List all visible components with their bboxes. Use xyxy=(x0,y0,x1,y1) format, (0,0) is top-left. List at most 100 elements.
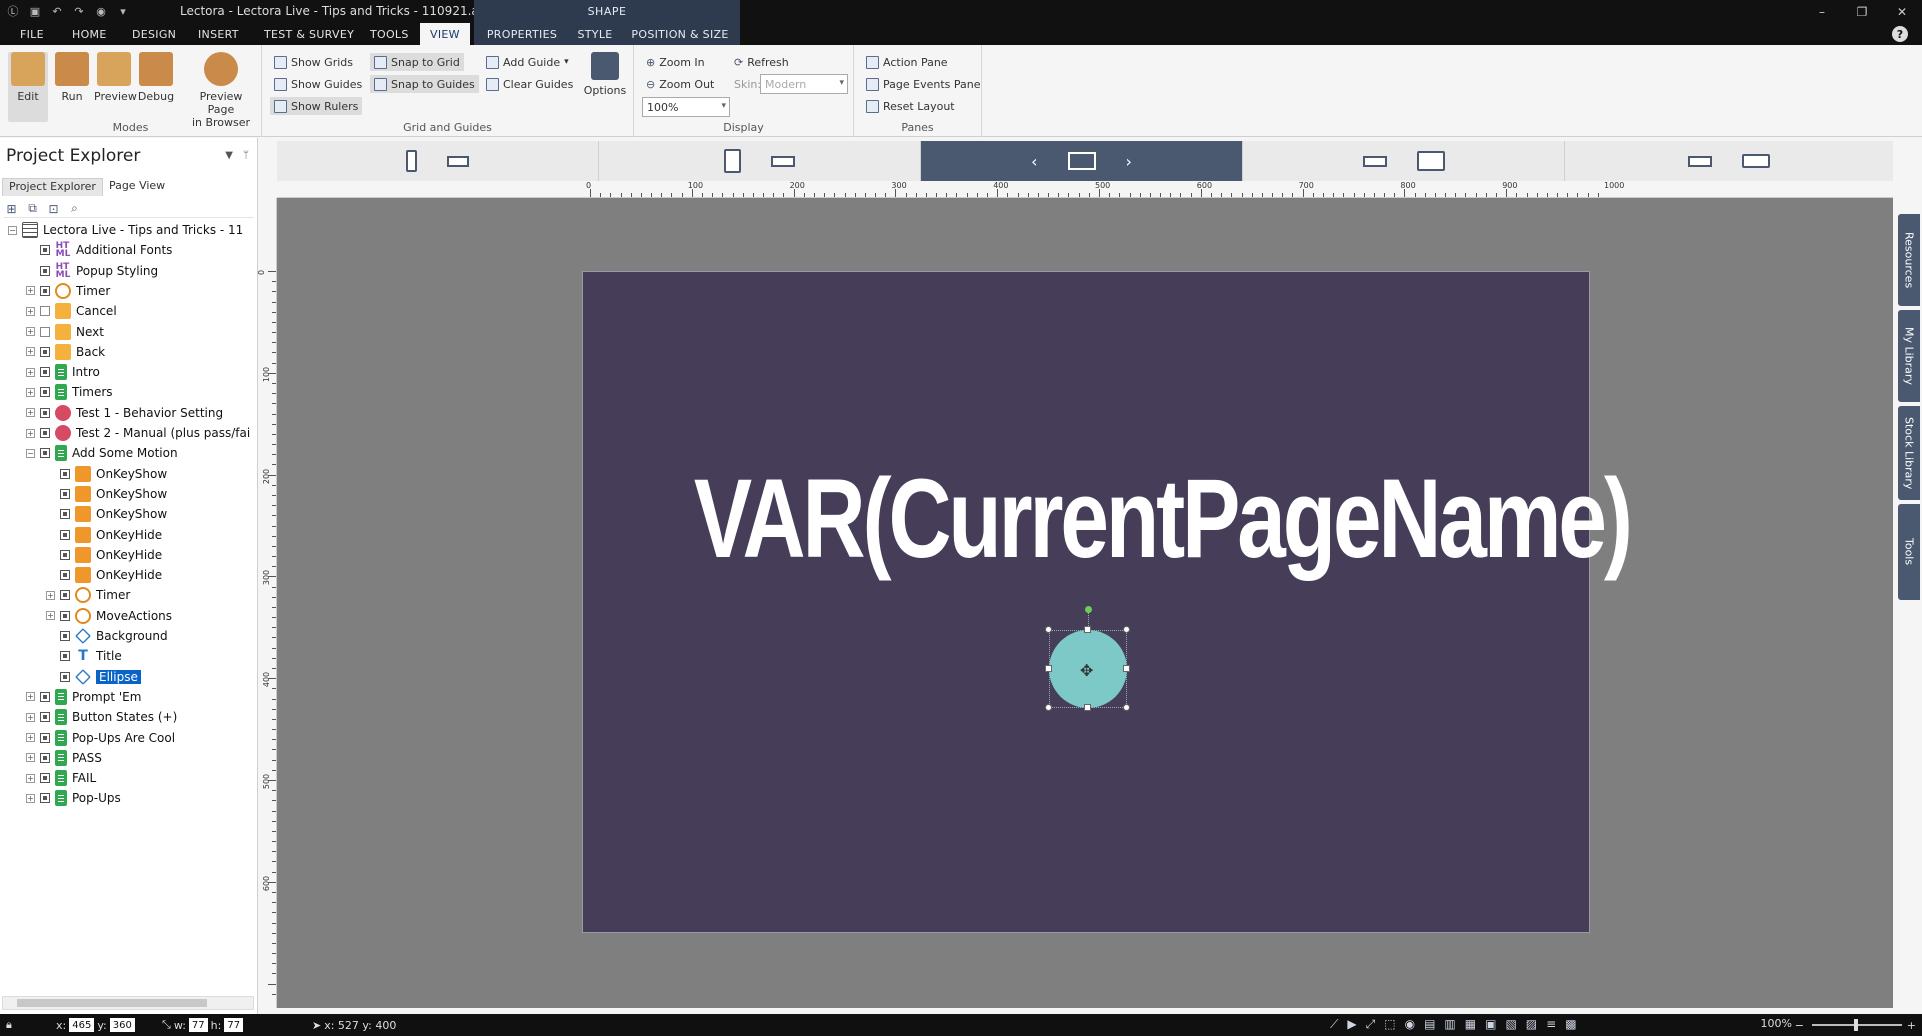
expand-toggle-icon[interactable]: + xyxy=(46,590,55,600)
edit-button[interactable]: Edit xyxy=(8,52,48,122)
zoom-in-button[interactable]: ⊕ Zoom In xyxy=(642,53,709,71)
lock-icon[interactable]: 🔒︎ xyxy=(6,1017,12,1033)
list-icon[interactable]: ≡ xyxy=(1546,1017,1556,1032)
device-tablet-landscape[interactable] xyxy=(1243,141,1565,181)
tree-item[interactable]: + Back xyxy=(26,342,105,362)
tab-stock-library[interactable]: Stock Library xyxy=(1898,406,1920,500)
align-right-icon[interactable]: ▦ xyxy=(1465,1017,1476,1032)
redo-icon[interactable]: ↷ xyxy=(72,4,86,18)
refresh-button[interactable]: ⟳ Refresh xyxy=(730,53,793,71)
horizontal-scrollbar[interactable] xyxy=(2,996,254,1010)
tree-item[interactable]: OnKeyHide xyxy=(46,525,162,545)
accessibility-icon[interactable]: ◉ xyxy=(1405,1017,1415,1032)
tab-tools[interactable]: TOOLS xyxy=(360,23,419,45)
distribute-icon[interactable]: ▧ xyxy=(1505,1017,1516,1032)
visibility-checkbox[interactable] xyxy=(40,428,50,438)
tree-item[interactable]: OnKeyHide xyxy=(46,565,162,585)
debug-button[interactable]: Debug xyxy=(136,52,176,103)
fit-icon[interactable]: ⤢ xyxy=(1366,1017,1376,1032)
expand-toggle-icon[interactable]: + xyxy=(46,611,55,621)
restore-icon[interactable]: ❐ xyxy=(1842,0,1882,23)
show-guides-button[interactable]: Show Guides xyxy=(270,75,366,93)
tab-resources[interactable]: Resources xyxy=(1898,214,1920,306)
tree-item[interactable]: OnKeyShow xyxy=(46,504,167,524)
pin-icon[interactable]: ᛘ xyxy=(243,150,249,161)
visibility-checkbox[interactable] xyxy=(60,610,70,621)
expand-toggle-icon[interactable]: + xyxy=(26,387,35,397)
select-icon[interactable]: ⬚ xyxy=(1384,1017,1395,1032)
tree-item[interactable]: + FAIL xyxy=(26,768,96,788)
visibility-checkbox[interactable] xyxy=(40,773,50,784)
options-button[interactable]: Options xyxy=(582,52,628,97)
size-icon[interactable]: ▨ xyxy=(1526,1017,1537,1032)
tab-design[interactable]: DESIGN xyxy=(122,23,186,45)
skin-select[interactable]: Modern xyxy=(760,74,848,94)
play-icon[interactable]: ▶ xyxy=(1347,1017,1356,1032)
visibility-checkbox[interactable] xyxy=(40,448,50,459)
tree-item[interactable]: − Add Some Motion xyxy=(26,443,178,463)
page-events-pane-button[interactable]: Page Events Pane xyxy=(862,75,985,93)
tree-item[interactable]: OnKeyHide xyxy=(46,545,162,565)
height-field[interactable]: 77 xyxy=(224,1018,244,1032)
tree-item[interactable]: + MoveActions xyxy=(46,606,172,626)
snap-to-guides-button[interactable]: Snap to Guides xyxy=(370,75,479,93)
align-center-icon[interactable]: ▥ xyxy=(1444,1017,1455,1032)
tab-page-view[interactable]: Page View xyxy=(103,178,171,196)
resize-handle-bottom-left[interactable] xyxy=(1045,704,1052,711)
tree-item[interactable]: + Timers xyxy=(26,382,113,402)
tab-insert[interactable]: INSERT xyxy=(188,23,249,45)
tab-view[interactable]: VIEW xyxy=(420,23,470,45)
tree-item[interactable]: OnKeyShow xyxy=(46,484,167,504)
expand-toggle-icon[interactable]: + xyxy=(26,347,35,357)
zoom-select[interactable]: 100% xyxy=(642,97,730,117)
tree-item[interactable]: + Button States (+) xyxy=(26,707,177,727)
resize-handle-top-left[interactable] xyxy=(1045,626,1052,633)
visibility-checkbox[interactable] xyxy=(60,529,70,540)
y-field[interactable]: 360 xyxy=(109,1018,135,1032)
visibility-checkbox[interactable] xyxy=(40,387,50,398)
zoom-out-button[interactable]: ⊖ Zoom Out xyxy=(642,75,718,93)
device-phone-landscape[interactable] xyxy=(1565,141,1893,181)
resize-handle-top-right[interactable] xyxy=(1123,626,1130,633)
expand-toggle-icon[interactable]: + xyxy=(26,733,35,742)
tree-item[interactable]: Background xyxy=(46,626,168,646)
tree-item[interactable]: + Prompt 'Em xyxy=(26,687,141,707)
device-desktop[interactable]: ‹ › xyxy=(921,141,1243,181)
visibility-checkbox[interactable] xyxy=(60,509,70,520)
minimize-icon[interactable]: – xyxy=(1802,0,1842,23)
visibility-checkbox[interactable] xyxy=(60,549,70,560)
add-guide-button[interactable]: Add Guide ▾ xyxy=(482,53,573,71)
visibility-checkbox[interactable] xyxy=(40,245,50,256)
resize-handle-left[interactable] xyxy=(1045,665,1052,672)
search-icon[interactable]: ⌕ xyxy=(67,201,82,216)
tree-item[interactable]: + Pop-Ups xyxy=(26,788,121,808)
visibility-checkbox[interactable] xyxy=(60,570,70,581)
visibility-checkbox[interactable] xyxy=(40,752,50,763)
tab-style[interactable]: STYLE xyxy=(570,23,620,45)
tree-item[interactable]: HT ML Additional Fonts xyxy=(26,240,172,260)
layers-icon[interactable]: ▩ xyxy=(1565,1017,1576,1032)
tree-item[interactable]: Ellipse xyxy=(46,667,141,687)
tree-item[interactable]: + Pop-Ups Are Cool xyxy=(26,728,175,748)
editor-canvas[interactable]: VAR(CurrentPageName) ✥ xyxy=(277,198,1893,1008)
device-tablet-portrait[interactable] xyxy=(599,141,921,181)
visibility-checkbox[interactable] xyxy=(40,712,50,723)
action-pane-button[interactable]: Action Pane xyxy=(862,53,952,71)
device-phone-portrait[interactable] xyxy=(277,141,599,181)
expand-toggle-icon[interactable]: + xyxy=(26,367,35,377)
tab-tools[interactable]: Tools xyxy=(1898,504,1920,600)
visibility-checkbox[interactable] xyxy=(40,367,50,378)
publish-icon[interactable]: ◉ xyxy=(94,4,108,18)
tab-properties[interactable]: PROPERTIES xyxy=(474,23,570,45)
expand-toggle-icon[interactable]: + xyxy=(26,773,35,783)
visibility-checkbox[interactable] xyxy=(40,732,50,743)
resize-handle-bottom[interactable] xyxy=(1084,704,1091,711)
page-title-text[interactable]: VAR(CurrentPageName) xyxy=(694,463,1633,575)
expand-toggle-icon[interactable]: + xyxy=(26,428,35,438)
tree-item[interactable]: OnKeyShow xyxy=(46,464,167,484)
tree-item[interactable]: + PASS xyxy=(26,748,102,768)
expand-toggle-icon[interactable]: + xyxy=(26,793,35,803)
tab-my-library[interactable]: My Library xyxy=(1898,310,1920,402)
visibility-checkbox[interactable] xyxy=(60,590,70,601)
tree-item[interactable]: + Timer xyxy=(26,281,110,301)
